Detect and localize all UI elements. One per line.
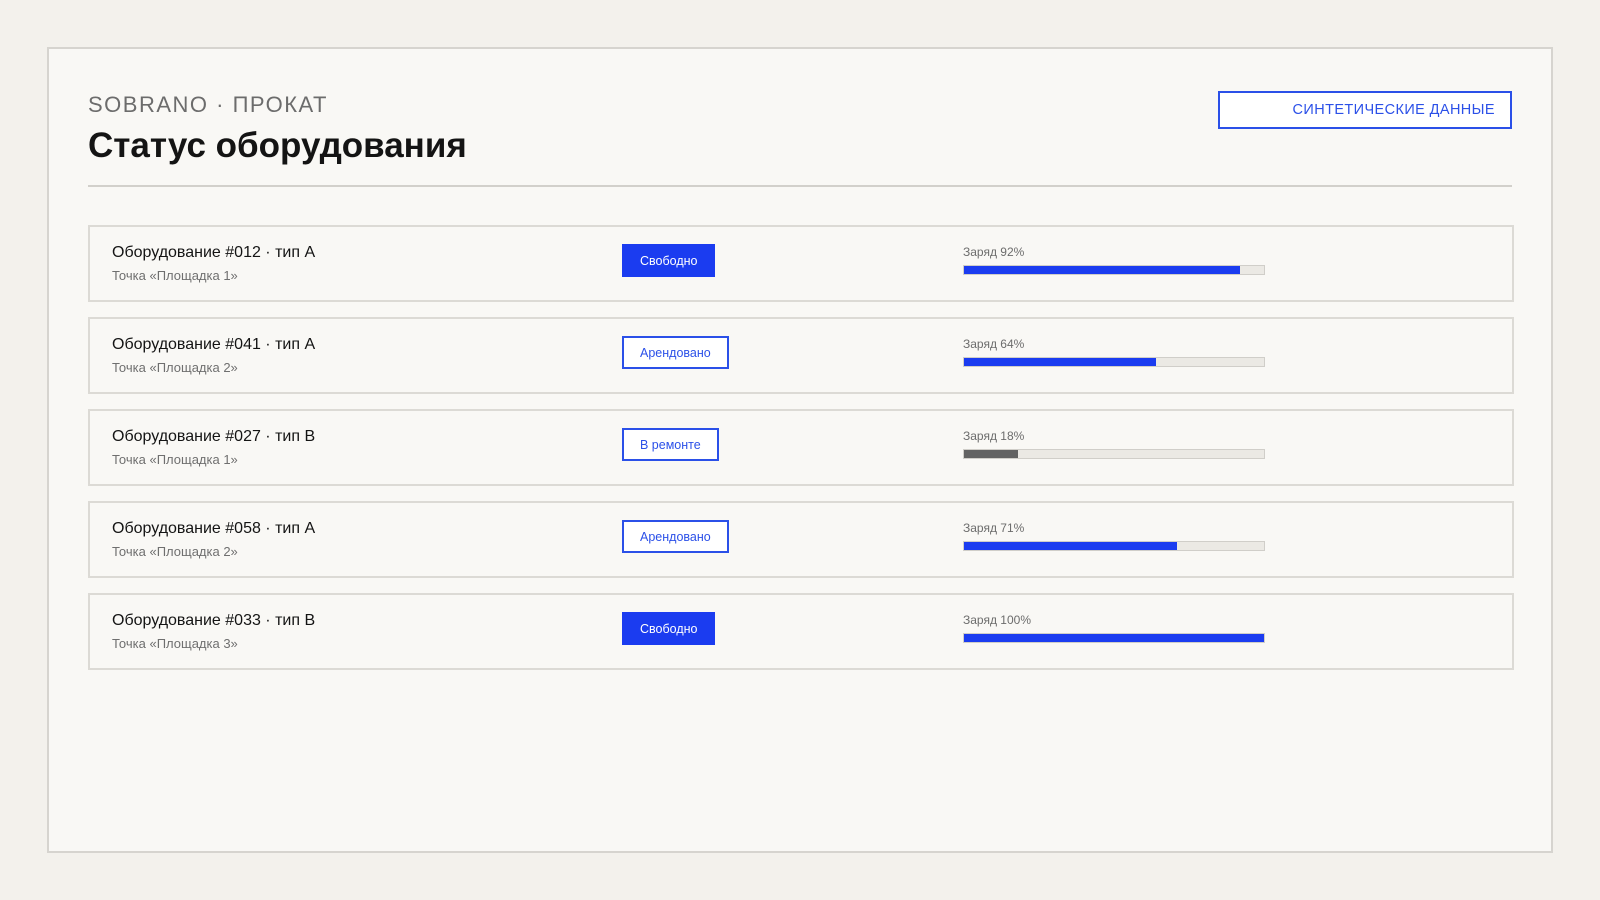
equipment-row[interactable]: Оборудование #058 · тип A Точка «Площадк… xyxy=(88,501,1514,578)
equipment-status-panel: SOBRANO · ПРОКАТ Статус оборудования СИН… xyxy=(47,47,1553,853)
equipment-row[interactable]: Оборудование #027 · тип B Точка «Площадк… xyxy=(88,409,1514,486)
status-badge: Арендовано xyxy=(622,336,729,369)
equipment-location: Точка «Площадка 2» xyxy=(112,544,238,559)
equipment-row[interactable]: Оборудование #041 · тип A Точка «Площадк… xyxy=(88,317,1514,394)
charge-bar-fill xyxy=(964,450,1018,458)
charge-bar-fill xyxy=(964,542,1177,550)
charge-bar xyxy=(963,541,1265,551)
charge-bar-fill xyxy=(964,266,1240,274)
charge-label: Заряд 64% xyxy=(963,337,1025,351)
equipment-location: Точка «Площадка 2» xyxy=(112,360,238,375)
brand-label: SOBRANO · ПРОКАТ xyxy=(88,92,328,117)
charge-bar xyxy=(963,449,1265,459)
charge-label: Заряд 92% xyxy=(963,245,1025,259)
charge-bar xyxy=(963,633,1265,643)
charge-label: Заряд 71% xyxy=(963,521,1025,535)
status-badge: Арендовано xyxy=(622,520,729,553)
equipment-list: Оборудование #012 · тип A Точка «Площадк… xyxy=(88,225,1514,685)
equipment-row[interactable]: Оборудование #012 · тип A Точка «Площадк… xyxy=(88,225,1514,302)
charge-bar-fill xyxy=(964,358,1156,366)
equipment-name: Оборудование #012 · тип A xyxy=(112,244,316,261)
equipment-location: Точка «Площадка 1» xyxy=(112,268,238,283)
status-badge: Свободно xyxy=(622,612,716,645)
equipment-name: Оборудование #033 · тип B xyxy=(112,612,316,629)
charge-label: Заряд 18% xyxy=(963,429,1025,443)
status-badge: Свободно xyxy=(622,244,716,277)
charge-bar xyxy=(963,357,1265,367)
equipment-name: Оборудование #058 · тип A xyxy=(112,520,316,537)
equipment-location: Точка «Площадка 1» xyxy=(112,452,238,467)
charge-label: Заряд 100% xyxy=(963,613,1031,627)
equipment-location: Точка «Площадка 3» xyxy=(112,636,238,651)
page-header: SOBRANO · ПРОКАТ Статус оборудования СИН… xyxy=(88,91,1512,187)
equipment-name: Оборудование #041 · тип A xyxy=(112,336,316,353)
status-badge: В ремонте xyxy=(622,428,719,461)
synthetic-data-badge: СИНТЕТИЧЕСКИЕ ДАННЫЕ xyxy=(1218,91,1512,129)
page-title: Статус оборудования xyxy=(88,126,467,165)
equipment-row[interactable]: Оборудование #033 · тип B Точка «Площадк… xyxy=(88,593,1514,670)
equipment-name: Оборудование #027 · тип B xyxy=(112,428,316,445)
charge-bar-fill xyxy=(964,634,1264,642)
charge-bar xyxy=(963,265,1265,275)
